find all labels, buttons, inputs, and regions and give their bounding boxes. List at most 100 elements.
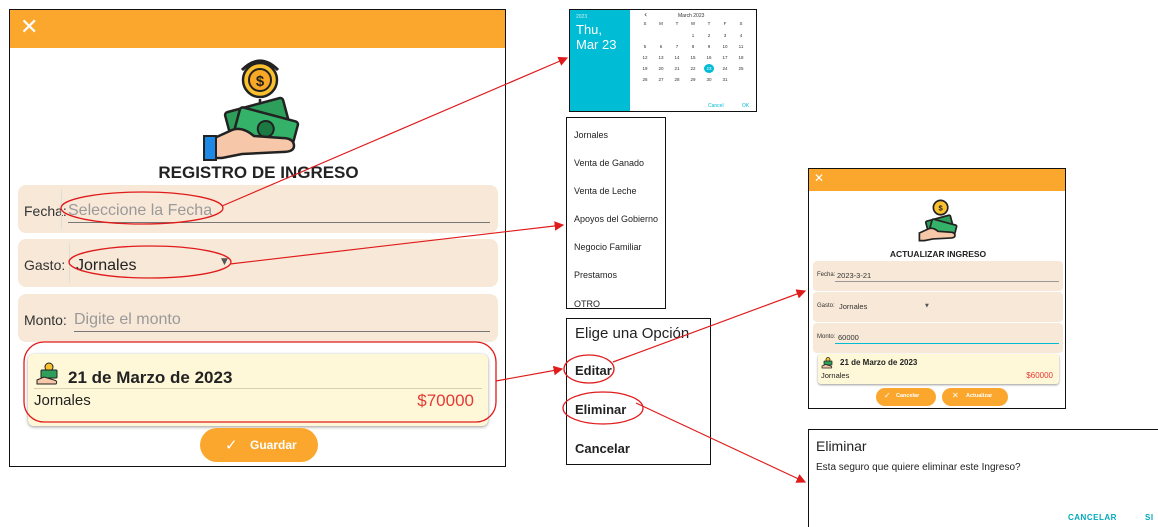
calendar-day[interactable]: 18	[736, 53, 746, 62]
update-gasto-field[interactable]: Gasto: Jornales ▼	[813, 292, 1063, 322]
month-title: March 2023	[678, 13, 705, 19]
calendar-day[interactable]: 26	[640, 75, 650, 84]
save-label: Guardar	[250, 438, 297, 452]
registro-ingreso-screen: ✕ $ REGISTRO DE INGRESO Fecha: Seleccion…	[9, 9, 506, 467]
money-hand-logo: $	[203, 59, 300, 161]
record-amount: $60000	[1026, 371, 1053, 380]
check-icon: ✓	[225, 436, 238, 454]
calendar-day[interactable]: 8	[688, 42, 698, 51]
weekday-label: T	[707, 21, 711, 26]
top-bar: ✕	[809, 169, 1065, 191]
update-gasto-select[interactable]: Jornales	[839, 302, 867, 311]
option-item[interactable]: Apoyos del Gobierno	[574, 214, 658, 224]
cancel-button[interactable]: Cancelar	[575, 441, 630, 456]
weekday-label: S	[643, 21, 647, 26]
weekday-label: M	[659, 21, 663, 26]
calendar-day[interactable]: 25	[736, 64, 746, 73]
calendar-day[interactable]: 30	[704, 75, 714, 84]
fecha-field[interactable]: Fecha: Seleccione la Fecha	[18, 185, 498, 233]
money-hand-logo: $	[918, 199, 958, 242]
picker-date: Mar 23	[576, 37, 617, 52]
monto-label: Monto:	[817, 334, 836, 340]
calendar-day[interactable]: 23	[704, 64, 714, 73]
prev-month-icon[interactable]: ‹	[644, 10, 647, 19]
calendar-cancel-button[interactable]: Cancel	[708, 103, 724, 109]
delete-confirm-button[interactable]: SI	[1145, 513, 1154, 522]
calendar-day[interactable]: 3	[720, 31, 730, 40]
calendar-day[interactable]: 15	[688, 53, 698, 62]
calendar-day[interactable]: 12	[640, 53, 650, 62]
calendar-day[interactable]: 10	[720, 42, 730, 51]
picker-year[interactable]: 2023	[576, 14, 587, 20]
calendar-day[interactable]: 20	[656, 64, 666, 73]
calendar-day[interactable]: 6	[656, 42, 666, 51]
calendar-day[interactable]: 4	[736, 31, 746, 40]
update-monto-field[interactable]: Monto: 60000	[813, 323, 1063, 353]
gasto-label: Gasto:	[24, 257, 66, 273]
dropdown-arrow-icon[interactable]: ▼	[925, 303, 929, 309]
update-fecha-field[interactable]: Fecha: 2023-3-21	[813, 261, 1063, 291]
calendar-day[interactable]: 1	[688, 31, 698, 40]
calendar-day[interactable]: 19	[640, 64, 650, 73]
calendar-day[interactable]: 21	[672, 64, 682, 73]
calendar-day[interactable]: 31	[720, 75, 730, 84]
delete-dialog-message: Esta seguro que quiere eliminar este Ing…	[816, 462, 1021, 473]
delete-cancel-button[interactable]: CANCELAR	[1068, 513, 1117, 522]
close-icon[interactable]: ✕	[20, 15, 38, 40]
record-concept: Jornales	[34, 392, 91, 409]
calendar-day[interactable]: 14	[672, 53, 682, 62]
calendar-day[interactable]: 2	[704, 31, 714, 40]
weekday-label: F	[723, 21, 727, 26]
calendar-day[interactable]: 7	[672, 42, 682, 51]
gasto-select[interactable]: Jornales	[76, 257, 136, 275]
update-cancel-button[interactable]: ✓ Cancelar	[876, 388, 936, 406]
update-save-button[interactable]: ✕ Actualizar	[942, 388, 1008, 406]
actualizar-ingreso-screen: ✕ $ ACTUALIZAR INGRESO Fecha: 2023-3-21 …	[808, 168, 1066, 409]
update-monto-input[interactable]: 60000	[838, 333, 859, 342]
calendar-day[interactable]: 9	[704, 42, 714, 51]
update-label: Actualizar	[966, 393, 993, 399]
record-card[interactable]: 21 de Marzo de 2023 Jornales $70000	[28, 354, 488, 426]
option-item[interactable]: Jornales	[574, 130, 608, 140]
calendar-day[interactable]: 24	[720, 64, 730, 73]
gasto-field[interactable]: Gasto: Jornales ▼	[18, 239, 498, 287]
calendar-day[interactable]: 28	[672, 75, 682, 84]
fecha-input[interactable]: Seleccione la Fecha	[68, 202, 212, 220]
calendar-day[interactable]: 11	[736, 42, 746, 51]
option-item[interactable]: OTRO	[574, 299, 600, 308]
date-picker-dialog: 2023 Thu, Mar 23 ‹ March 2023 SMTWTFS123…	[569, 9, 757, 112]
weekday-label: S	[739, 21, 743, 26]
check-icon: ✓	[884, 391, 891, 400]
record-concept: Jornales	[821, 371, 850, 380]
calendar-day[interactable]: 27	[656, 75, 666, 84]
delete-button[interactable]: Eliminar	[575, 402, 626, 417]
edit-button[interactable]: Editar	[575, 363, 612, 378]
save-button[interactable]: ✓ Guardar	[200, 428, 318, 462]
dropdown-arrow-icon[interactable]: ▼	[221, 257, 228, 267]
delete-dialog-title: Eliminar	[816, 438, 867, 454]
delete-dialog: Eliminar Esta seguro que quiere eliminar…	[808, 429, 1158, 527]
option-item[interactable]: Prestamos	[574, 270, 617, 280]
calendar-day[interactable]: 13	[656, 53, 666, 62]
calendar-ok-button[interactable]: OK	[742, 103, 749, 109]
option-item[interactable]: Negocio Familiar	[574, 242, 642, 252]
option-item[interactable]: Venta de Leche	[574, 186, 637, 196]
record-date: 21 de Marzo de 2023	[68, 368, 233, 387]
update-fecha-input[interactable]: 2023-3-21	[837, 271, 871, 280]
update-record-card[interactable]: 21 de Marzo de 2023 Jornales $60000	[818, 354, 1059, 384]
page-title: REGISTRO DE INGRESO	[158, 163, 359, 182]
option-item[interactable]: Venta de Ganado	[574, 158, 644, 168]
calendar-day[interactable]: 16	[704, 53, 714, 62]
close-icon[interactable]: ✕	[814, 171, 824, 185]
gasto-label: Gasto:	[817, 303, 835, 309]
weekday-label: W	[690, 21, 696, 26]
fecha-label: Fecha:	[817, 272, 836, 278]
x-icon: ✕	[952, 391, 959, 400]
calendar-day[interactable]: 22	[688, 64, 698, 73]
options-dialog-title: Elige una Opción	[575, 325, 690, 342]
calendar-day[interactable]: 29	[688, 75, 698, 84]
monto-field[interactable]: Monto: Digite el monto	[18, 294, 498, 342]
monto-input[interactable]: Digite el monto	[74, 311, 181, 329]
calendar-day[interactable]: 17	[720, 53, 730, 62]
calendar-day[interactable]: 5	[640, 42, 650, 51]
